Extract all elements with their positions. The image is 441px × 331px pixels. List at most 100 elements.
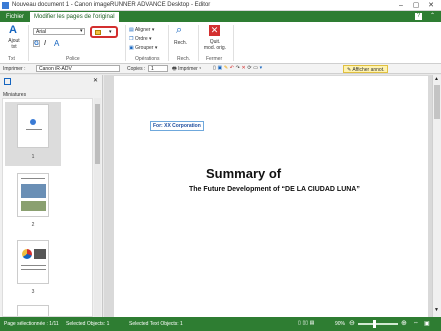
show-annotations-button[interactable]: ✎ Afficher annot. xyxy=(343,65,389,73)
thumbnail-item-2[interactable]: 2 xyxy=(5,171,61,233)
ribbon: A Ajout txt Txt Arial ▾ ▾ G I A Police ▤… xyxy=(0,22,441,64)
thumbnail-text-line xyxy=(21,178,45,179)
thumbnail-panel: ✕ Miniatures 1 2 3 xyxy=(0,75,103,317)
font-color-icon[interactable]: A xyxy=(54,39,59,48)
group-icon: ▣ xyxy=(129,45,134,51)
align-label: Aligner xyxy=(134,27,151,33)
select-icon[interactable]: ▾ xyxy=(260,65,263,71)
group-label-close: Fermer xyxy=(206,56,223,62)
edit-icon[interactable]: ✎ xyxy=(224,65,228,71)
thumbnail-image xyxy=(21,201,46,211)
document-subtitle: The Future Development of “DE LA CIUDAD … xyxy=(189,186,360,193)
page-number: 2 xyxy=(31,222,35,228)
delete-icon[interactable]: ✕ xyxy=(241,65,245,71)
minimize-icon[interactable]: – xyxy=(395,1,407,10)
undo-icon[interactable]: ↶ xyxy=(230,65,234,71)
fit-width-icon[interactable]: ⇔ xyxy=(413,320,419,326)
separator xyxy=(168,25,169,61)
bold-button[interactable]: G xyxy=(33,40,40,47)
status-selected-objects: Selected Objects: 1 xyxy=(66,321,110,327)
group-button[interactable]: ▣ Grouper ▾ xyxy=(129,45,157,51)
document-page[interactable]: For: XX Corporation Summary of The Futur… xyxy=(114,76,428,317)
zoom-value: 90% xyxy=(335,321,346,327)
thumbnail-list: 1 2 3 xyxy=(2,98,93,317)
toolbar-icons: ▯ ▣ ✎ ↶ ↷ ✕ ⟳ ▭ ▾ xyxy=(213,65,262,71)
font-dropdown-icon[interactable]: ▾ xyxy=(80,28,83,34)
double-page-icon[interactable]: ▯▯ xyxy=(302,320,308,326)
zoom-slider[interactable] xyxy=(358,320,398,328)
thumbnail-item-1[interactable]: 1 xyxy=(5,102,61,166)
zoom-in-icon[interactable]: ⊕ xyxy=(401,319,407,327)
page-number: 1 xyxy=(31,154,35,160)
copies-label: Copies : xyxy=(127,66,146,72)
document-scrollbar[interactable]: ▲ ▼ xyxy=(432,75,441,317)
font-color-button[interactable]: ▾ xyxy=(90,26,118,38)
italic-button[interactable]: I xyxy=(44,40,46,47)
single-page-icon[interactable]: ▯ xyxy=(298,320,301,326)
page-number: 3 xyxy=(31,289,35,295)
exit-edit-button[interactable]: ✕ Quit. mod. orig. xyxy=(202,24,228,54)
document-title: Summary of xyxy=(206,166,282,181)
annotations-label: Afficher annot. xyxy=(352,67,385,73)
scroll-view-icon[interactable]: ▤ xyxy=(310,320,315,326)
panel-close-icon[interactable]: ✕ xyxy=(93,77,98,84)
help-icon[interactable]: ? xyxy=(415,13,422,20)
collapse-ribbon-icon[interactable]: ⌃ xyxy=(429,13,436,20)
thumbnail-view-icon[interactable] xyxy=(4,78,11,85)
status-selected-text: Selected Text Objects: 1 xyxy=(129,321,183,327)
group-label: Grouper xyxy=(135,45,154,51)
copies-input[interactable]: 1 xyxy=(148,65,168,72)
scroll-down-icon[interactable]: ▼ xyxy=(434,307,439,313)
view-mode-icons: ▯ ▯▯ ▤ xyxy=(298,320,314,326)
window-title: Nouveau document 1 - Canon imageRUNNER A… xyxy=(12,2,211,8)
add-text-label: Ajout txt xyxy=(8,38,20,50)
zoom-slider-thumb[interactable] xyxy=(373,320,376,328)
order-icon: ❐ xyxy=(129,36,134,42)
group-label-font: Police xyxy=(66,56,80,62)
zoom-out-icon[interactable]: ⊖ xyxy=(349,319,355,327)
maximize-icon[interactable]: ▢ xyxy=(410,1,422,10)
status-bar: Page sélectionnée : 1/11 Selected Object… xyxy=(0,317,441,331)
tab-edit-original-pages[interactable]: Modifier les pages de l'original xyxy=(30,12,119,22)
scrollbar-thumb[interactable] xyxy=(95,104,100,164)
print-button[interactable]: 🖶 Imprimer ▾ xyxy=(172,66,201,74)
page-nav-icon[interactable]: ▭ xyxy=(253,65,258,71)
save-icon[interactable]: ▣ xyxy=(217,65,222,71)
print-toolbar: Imprimer : Canon iR-ADV Copies : 1 🖶 Imp… xyxy=(0,64,441,74)
rotate-icon[interactable]: ⟳ xyxy=(247,65,251,71)
redo-icon[interactable]: ↷ xyxy=(236,65,240,71)
app-icon xyxy=(2,2,9,9)
close-red-icon: ✕ xyxy=(209,25,220,36)
tab-file[interactable]: Fichier xyxy=(2,12,28,22)
page-icon[interactable]: ▯ xyxy=(213,65,216,71)
add-text-button[interactable]: A Ajout txt xyxy=(5,24,23,54)
title-bar: Nouveau document 1 - Canon imageRUNNER A… xyxy=(0,0,441,11)
textbox-annotation[interactable]: For: XX Corporation xyxy=(150,121,204,131)
scroll-up-icon[interactable]: ▲ xyxy=(434,76,439,82)
thumbnail-text-line xyxy=(21,265,46,266)
grid-color-icon xyxy=(95,30,101,35)
thumbnail-page xyxy=(17,104,49,148)
chevron-down-icon: ▾ xyxy=(109,29,112,35)
fit-page-icon[interactable]: ▣ xyxy=(424,320,430,327)
search-icon: ⌕ xyxy=(176,24,183,36)
scrollbar-thumb[interactable] xyxy=(434,85,440,119)
group-label-text: Txt xyxy=(8,56,15,62)
font-name-select[interactable]: Arial xyxy=(33,28,85,35)
textbox-text: For: XX Corporation xyxy=(153,123,201,129)
group-label-search: Rech. xyxy=(177,56,191,62)
thumbnail-page xyxy=(17,173,49,217)
align-icon: ▤ xyxy=(129,27,134,33)
order-button[interactable]: ❐ Ordre ▾ xyxy=(129,36,152,42)
annotation-icon: ✎ xyxy=(347,67,352,73)
thumbnail-item-3[interactable]: 3 xyxy=(5,238,61,300)
printer-select[interactable]: Canon iR-ADV xyxy=(36,65,120,72)
status-page: Page sélectionnée : 1/11 xyxy=(4,321,59,327)
close-icon[interactable]: ✕ xyxy=(425,1,437,10)
thumbnail-scrollbar[interactable] xyxy=(94,98,101,317)
align-button[interactable]: ▤ Aligner ▾ xyxy=(129,27,154,33)
ribbon-tab-bar: Fichier Modifier les pages de l'original… xyxy=(0,11,441,22)
thumbnail-item-4[interactable] xyxy=(17,305,49,316)
printer-icon: 🖶 xyxy=(172,66,177,72)
search-button[interactable]: ⌕ Rech. xyxy=(172,24,192,54)
